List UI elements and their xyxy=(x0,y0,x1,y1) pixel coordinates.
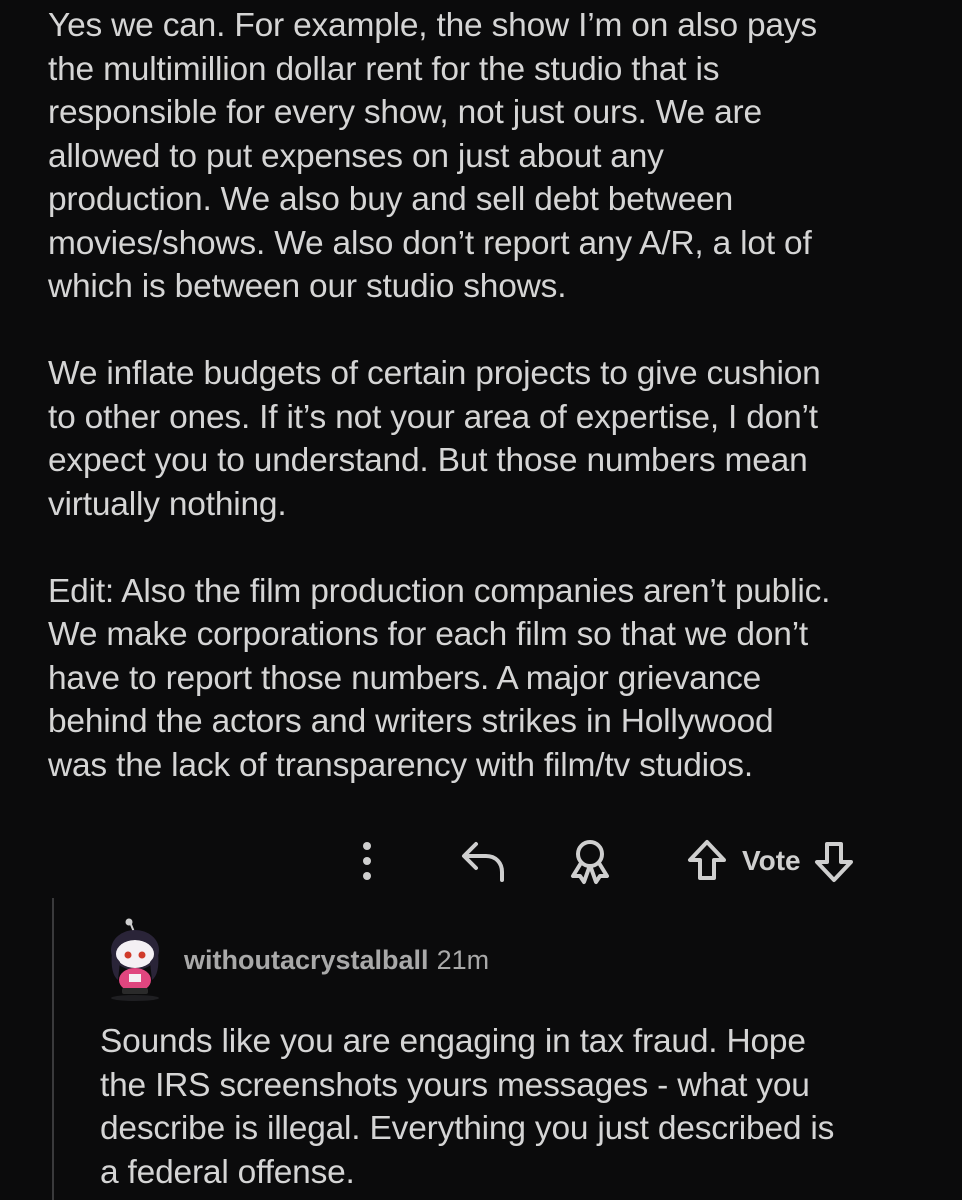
more-options-button[interactable] xyxy=(350,836,384,886)
comment-line: movies/shows. We also don’t report any A… xyxy=(48,224,812,262)
comment-action-bar: Vote xyxy=(0,836,962,886)
reply-line: Sounds like you are engaging in tax frau… xyxy=(100,1023,806,1060)
comment-line: the multimillion dollar rent for the stu… xyxy=(48,50,720,88)
comment-line: responsible for every show, not just our… xyxy=(48,94,762,131)
comment-line: have to report those numbers. A major gr… xyxy=(48,659,762,697)
comment-paragraph-1: Yes we can. For example, the show I’m on… xyxy=(48,4,948,309)
upvote-button[interactable] xyxy=(684,836,730,886)
reply-button[interactable] xyxy=(458,836,510,886)
downvote-arrow-icon xyxy=(814,842,853,882)
thread-line[interactable] xyxy=(52,898,54,1200)
reply-body: Sounds like you are engaging in tax frau… xyxy=(100,1020,950,1194)
comment-paragraph-3: Edit: Also the film production companies… xyxy=(48,570,948,788)
downvote-button[interactable] xyxy=(811,836,857,886)
timestamp: 21m xyxy=(436,944,490,975)
comment-line: behind the actors and writers strikes in… xyxy=(48,703,774,740)
comment-line: to other ones. If it’s not your area of … xyxy=(48,398,818,436)
comment-line: production. We also buy and sell debt be… xyxy=(48,181,734,218)
comment-line: allowed to put expenses on just about an… xyxy=(48,137,664,175)
snoo-avatar-icon xyxy=(111,918,159,1001)
comment-line: We inflate budgets of certain projects t… xyxy=(48,355,821,392)
comment-line: which is between our studio shows. xyxy=(48,268,567,305)
more-vertical-icon xyxy=(363,842,371,880)
reply-arrow-icon xyxy=(462,842,504,882)
comment-line: expect you to understand. But those numb… xyxy=(48,442,808,479)
comment-line: We make corporations for each film so th… xyxy=(48,616,809,653)
comment-body: Yes we can. For example, the show I’m on… xyxy=(48,4,948,787)
reply-line: describe is illegal. Everything you just… xyxy=(100,1110,835,1147)
comment-line: was the lack of transparency with film/t… xyxy=(48,746,753,784)
vote-control: Vote xyxy=(684,836,857,886)
comment-line: Edit: Also the film production companies… xyxy=(48,572,831,610)
username-link[interactable]: withoutacrystalball xyxy=(184,945,429,976)
comment-paragraph-2: We inflate budgets of certain projects t… xyxy=(48,352,948,526)
reply-line: a federal offense. xyxy=(100,1153,355,1191)
vote-label: Vote xyxy=(742,845,801,876)
reply-header: withoutacrystalball 21m xyxy=(100,910,489,1010)
reply-line: the IRS screenshots yours messages - wha… xyxy=(100,1066,810,1104)
award-button[interactable] xyxy=(564,836,616,886)
upvote-arrow-icon xyxy=(688,840,726,880)
comment-line: Yes we can. For example, the show I’m on… xyxy=(48,7,817,44)
award-icon xyxy=(571,840,609,884)
comment-line: virtually nothing. xyxy=(48,485,287,523)
avatar[interactable] xyxy=(100,918,170,1002)
